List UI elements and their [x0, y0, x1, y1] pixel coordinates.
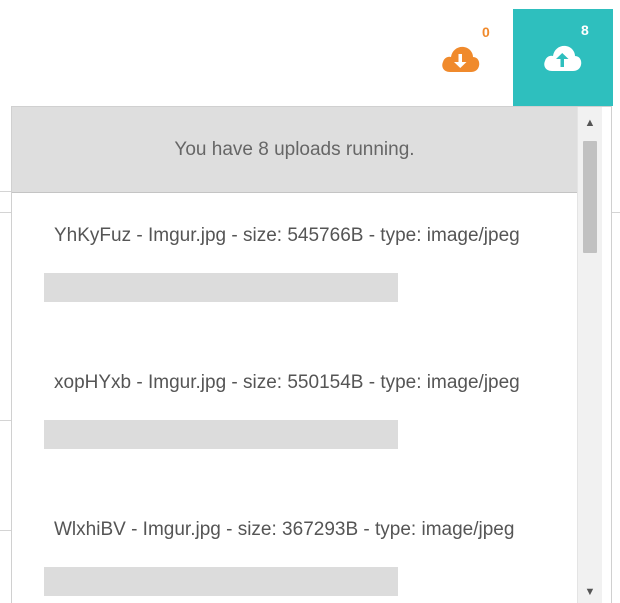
upload-file-label: xopHYxb - Imgur.jpg - size: 550154B - ty…	[54, 372, 520, 393]
uploads-dropdown: You have 8 uploads running. YhKyFuz - Im…	[11, 106, 612, 603]
uploads-count-badge: 8	[581, 22, 589, 38]
panel-scrollbar[interactable]: ▲ ▼	[577, 107, 602, 603]
upload-file-label: WlxhiBV - Imgur.jpg - size: 367293B - ty…	[54, 519, 515, 540]
scroll-up-arrow-icon[interactable]: ▲	[578, 113, 602, 133]
background-divider	[612, 212, 620, 213]
scrollbar-thumb[interactable]	[583, 141, 597, 253]
upload-progress-bar	[44, 273, 398, 302]
downloads-button[interactable]: 0	[436, 24, 500, 84]
cloud-upload-icon	[544, 45, 582, 71]
cloud-download-icon	[442, 46, 480, 72]
downloads-count-badge: 0	[482, 24, 490, 40]
upload-progress-bar	[44, 420, 398, 449]
upload-progress-bar	[44, 567, 398, 596]
scroll-down-arrow-icon[interactable]: ▼	[578, 582, 602, 602]
upload-file-label: YhKyFuz - Imgur.jpg - size: 545766B - ty…	[54, 225, 520, 246]
uploads-button[interactable]: 8	[513, 9, 613, 106]
uploads-status-header: You have 8 uploads running.	[12, 107, 577, 193]
